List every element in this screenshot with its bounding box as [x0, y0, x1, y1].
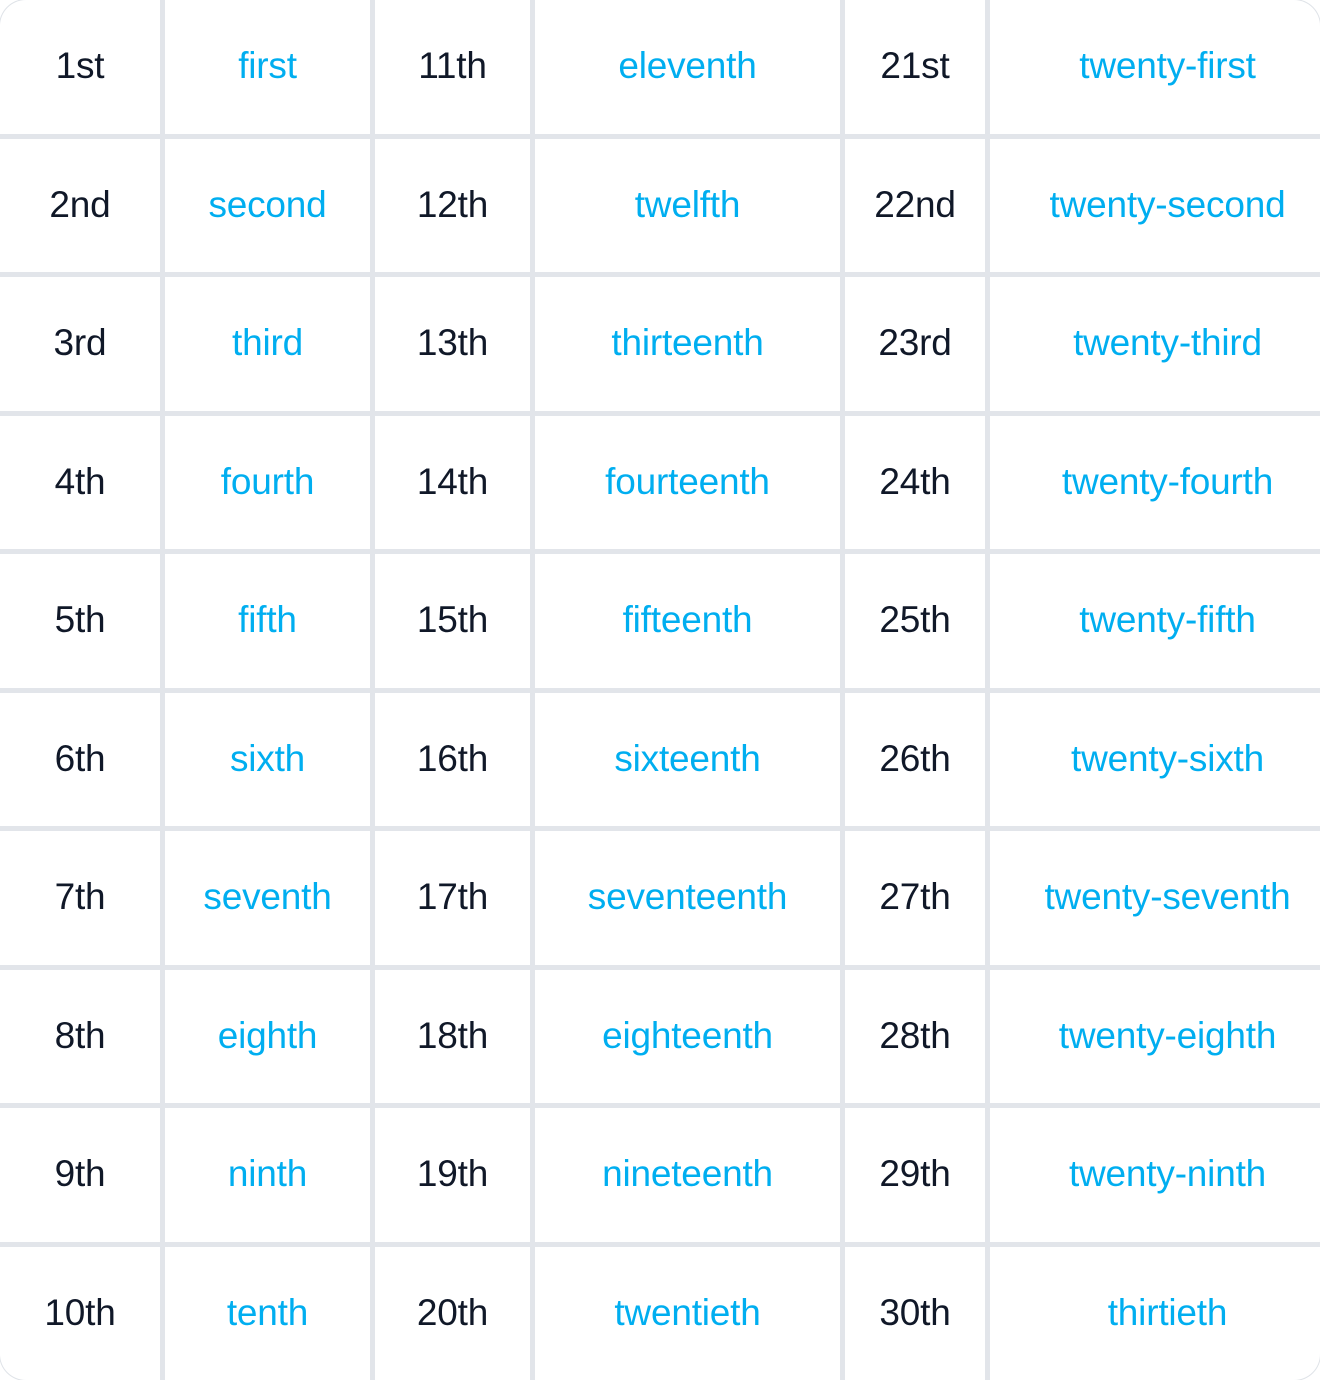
ordinal-numeral-cell: 13th: [375, 277, 530, 411]
ordinal-word-cell: eighth: [165, 969, 370, 1103]
ordinal-numeral-cell: 23rd: [845, 277, 985, 411]
ordinal-numeral-cell: 21st: [845, 0, 985, 134]
ordinal-numeral-cell: 8th: [0, 969, 160, 1103]
ordinal-numeral-cell: 6th: [0, 692, 160, 826]
ordinal-numeral-cell: 16th: [375, 692, 530, 826]
ordinal-word-cell: nineteenth: [535, 1108, 840, 1242]
ordinal-word-cell: first: [165, 0, 370, 134]
ordinal-word-cell: third: [165, 277, 370, 411]
ordinal-word-cell: ninth: [165, 1108, 370, 1242]
ordinal-word-cell: twenty-sixth: [990, 692, 1320, 826]
ordinal-word-cell: twenty-second: [990, 138, 1320, 272]
ordinal-numeral-cell: 22nd: [845, 138, 985, 272]
ordinal-word-cell: twenty-eighth: [990, 969, 1320, 1103]
ordinal-word-cell: twelfth: [535, 138, 840, 272]
ordinal-word-cell: thirteenth: [535, 277, 840, 411]
ordinal-numeral-cell: 5th: [0, 554, 160, 688]
ordinal-numeral-cell: 7th: [0, 831, 160, 965]
ordinal-word-cell: sixteenth: [535, 692, 840, 826]
ordinal-word-cell: fourteenth: [535, 415, 840, 549]
ordinal-word-cell: twenty-fifth: [990, 554, 1320, 688]
ordinal-numeral-cell: 2nd: [0, 138, 160, 272]
ordinal-numeral-cell: 14th: [375, 415, 530, 549]
ordinal-numeral-cell: 19th: [375, 1108, 530, 1242]
ordinal-numeral-cell: 9th: [0, 1108, 160, 1242]
ordinal-numeral-cell: 12th: [375, 138, 530, 272]
ordinal-numeral-cell: 25th: [845, 554, 985, 688]
ordinal-word-cell: tenth: [165, 1246, 370, 1380]
ordinal-numeral-cell: 27th: [845, 831, 985, 965]
ordinal-table-card: 1st first 11th eleventh 21st twenty-first 2nd s…: [0, 0, 1320, 1380]
ordinal-numeral-cell: 3rd: [0, 277, 160, 411]
ordinal-word-cell: eighteenth: [535, 969, 840, 1103]
ordinal-numeral-cell: 24th: [845, 415, 985, 549]
ordinal-word-cell: eleventh: [535, 0, 840, 134]
ordinal-word-cell: sixth: [165, 692, 370, 826]
ordinal-numeral-cell: 17th: [375, 831, 530, 965]
ordinal-word-cell: twenty-ninth: [990, 1108, 1320, 1242]
ordinal-word-cell: twentieth: [535, 1246, 840, 1380]
ordinal-numbers-page: 1st first 11th eleventh 21st twenty-first 2nd s…: [0, 0, 1320, 1380]
ordinal-numeral-cell: 10th: [0, 1246, 160, 1380]
ordinal-word-cell: twenty-third: [990, 277, 1320, 411]
ordinal-word-cell: fourth: [165, 415, 370, 549]
ordinal-numeral-cell: 26th: [845, 692, 985, 826]
ordinal-numeral-cell: 11th: [375, 0, 530, 134]
ordinal-numeral-cell: 30th: [845, 1246, 985, 1380]
ordinal-word-cell: twenty-first: [990, 0, 1320, 134]
ordinal-numeral-cell: 20th: [375, 1246, 530, 1380]
ordinal-word-cell: thirtieth: [990, 1246, 1320, 1380]
ordinal-word-cell: twenty-fourth: [990, 415, 1320, 549]
ordinal-word-cell: second: [165, 138, 370, 272]
ordinal-table-grid: 1st first 11th eleventh 21st twenty-first 2nd s…: [0, 0, 1320, 1380]
ordinal-word-cell: fifth: [165, 554, 370, 688]
ordinal-word-cell: seventeenth: [535, 831, 840, 965]
ordinal-numeral-cell: 18th: [375, 969, 530, 1103]
ordinal-numeral-cell: 15th: [375, 554, 530, 688]
ordinal-numeral-cell: 4th: [0, 415, 160, 549]
ordinal-word-cell: fifteenth: [535, 554, 840, 688]
ordinal-numeral-cell: 28th: [845, 969, 985, 1103]
ordinal-numeral-cell: 29th: [845, 1108, 985, 1242]
ordinal-word-cell: seventh: [165, 831, 370, 965]
ordinal-numeral-cell: 1st: [0, 0, 160, 134]
ordinal-word-cell: twenty-seventh: [990, 831, 1320, 965]
